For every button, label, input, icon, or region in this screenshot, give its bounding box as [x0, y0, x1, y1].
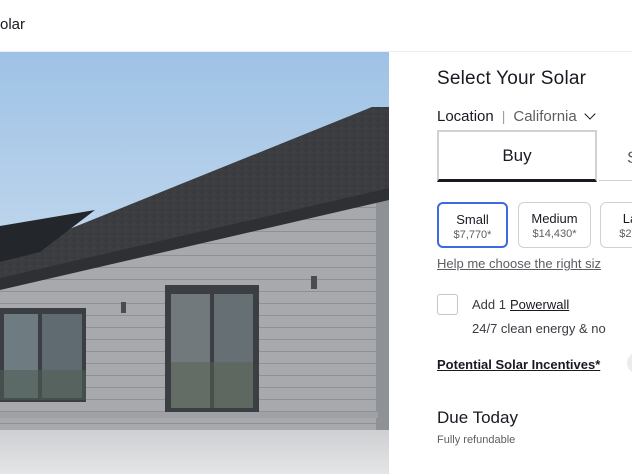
powerwall-checkbox[interactable] — [437, 294, 458, 315]
refundable-note: Fully refundable — [437, 434, 516, 446]
nav-brand-text[interactable]: olar — [0, 16, 25, 33]
tabs-divider — [599, 180, 632, 181]
purchase-type-tabs: Buy S — [437, 130, 632, 184]
powerwall-add-text: Add 1 — [472, 297, 506, 312]
location-value[interactable]: California — [513, 108, 576, 125]
size-name: Small — [456, 212, 489, 227]
size-price: $14,430* — [532, 228, 577, 240]
due-today-heading: Due Today — [437, 408, 518, 427]
location-label: Location — [437, 107, 494, 125]
size-price: $7,770* — [453, 229, 492, 241]
tab-buy-label: Buy — [502, 145, 532, 165]
solar-incentives-link[interactable]: Potential Solar Incentives* — [437, 357, 600, 372]
system-size-options: Small $7,770* Medium $14,430* La $21, — [437, 202, 632, 248]
size-name: La — [622, 211, 632, 226]
size-option-large[interactable]: La $21, — [600, 202, 632, 248]
powerwall-label: Add 1 Powerwall — [472, 297, 569, 312]
configurator-panel: Select Your Solar Location | California … — [389, 52, 632, 474]
location-selector[interactable]: Location | California — [437, 106, 596, 126]
powerwall-link[interactable]: Powerwall — [510, 297, 569, 312]
page-title: Select Your Solar — [437, 68, 587, 89]
size-option-medium[interactable]: Medium $14,430* — [518, 202, 591, 248]
tab-subscribe[interactable]: S — [627, 148, 632, 168]
incentives-toggle[interactable] — [627, 352, 632, 374]
size-option-small[interactable]: Small $7,770* — [437, 202, 508, 248]
powerwall-description: 24/7 clean energy & no — [472, 321, 606, 336]
hero-image — [0, 52, 389, 474]
top-nav-bar: olar — [0, 0, 632, 52]
tab-buy[interactable]: Buy — [437, 130, 597, 182]
help-choose-size-link[interactable]: Help me choose the right siz — [437, 256, 601, 271]
size-name: Medium — [531, 211, 578, 226]
location-divider: | — [501, 108, 506, 124]
size-price: $21, — [619, 228, 632, 240]
chevron-down-icon[interactable] — [584, 107, 596, 120]
